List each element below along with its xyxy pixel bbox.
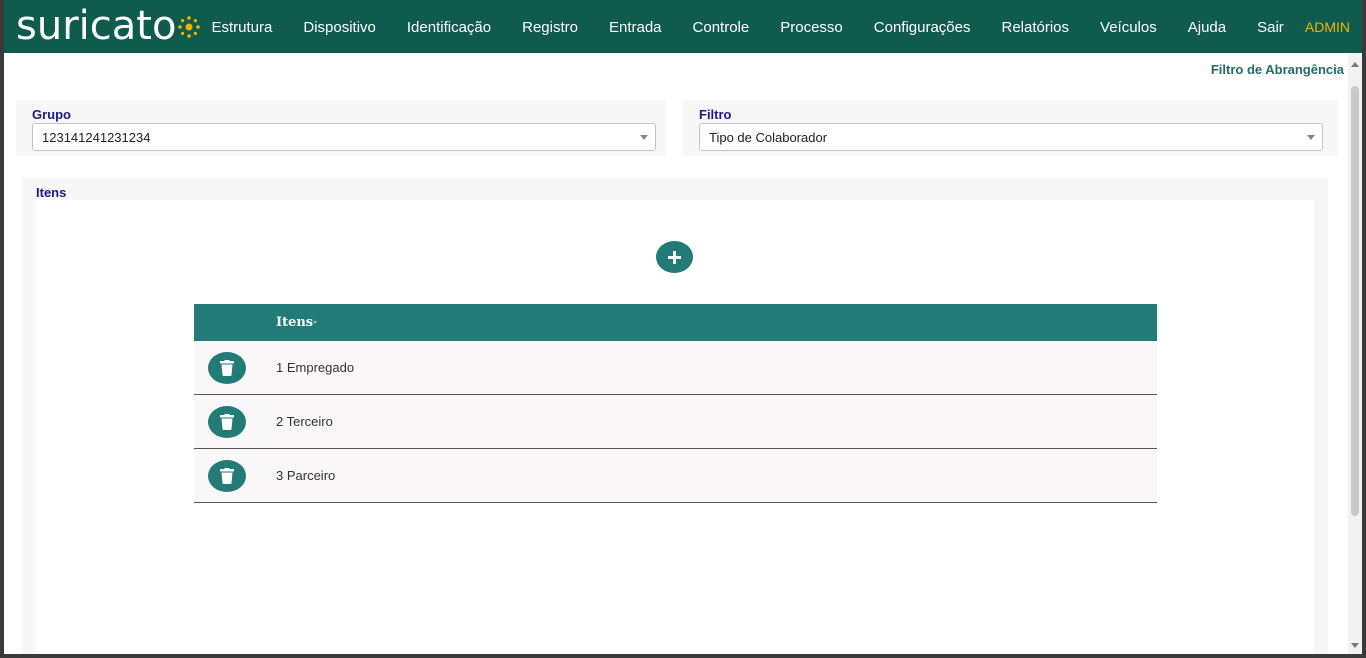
menu-item-processo[interactable]: Processo — [765, 0, 859, 53]
filtro-abrangencia-link[interactable]: Filtro de Abrangência — [1211, 62, 1344, 77]
scrollbar-thumb[interactable] — [1351, 86, 1359, 516]
sort-caret-icon — [313, 321, 317, 324]
menu-item-registro[interactable]: Registro — [507, 0, 594, 53]
user-name[interactable]: ADMIN — [1305, 0, 1350, 53]
trash-icon — [220, 414, 234, 430]
menu-item-entrada[interactable]: Entrada — [593, 0, 677, 53]
menu-item-sair[interactable]: Sair — [1242, 0, 1300, 53]
delete-item-button[interactable] — [208, 460, 246, 492]
vertical-scrollbar[interactable] — [1348, 53, 1362, 654]
menu-item-controle[interactable]: Controle — [677, 0, 765, 53]
brand-logo[interactable]: suricato — [16, 3, 201, 49]
menu-item-estrutura[interactable]: Estrutura — [196, 0, 288, 53]
delete-item-button[interactable] — [208, 406, 246, 438]
itens-table: Itens 1 Empregado 2 Terceiro 3 Parceiro — [194, 304, 1157, 503]
row-item-text: 2 Terceiro — [276, 414, 333, 429]
row-item-text: 1 Empregado — [276, 360, 355, 375]
app-window: suricato Estrutura Dispositivo Identific… — [4, 0, 1362, 654]
table-row: 1 Empregado — [194, 341, 1157, 395]
trash-icon — [220, 468, 234, 484]
menu-item-dispositivo[interactable]: Dispositivo — [288, 0, 392, 53]
grupo-label: Grupo — [32, 107, 71, 122]
itens-section-label: Itens — [36, 185, 67, 200]
table-row: 2 Terceiro — [194, 395, 1157, 449]
menu-item-veiculos[interactable]: Veículos — [1085, 0, 1173, 53]
filtro-panel: Filtro Tipo de Colaborador — [683, 100, 1338, 156]
scroll-down-arrow-icon[interactable] — [1351, 643, 1359, 648]
main-content: Filtro de Abrangência Grupo 123141241231… — [4, 53, 1348, 654]
scroll-up-arrow-icon[interactable] — [1351, 62, 1359, 67]
filtro-select-value: Tipo de Colaborador — [709, 130, 828, 145]
add-item-button[interactable] — [656, 241, 693, 273]
grupo-panel: Grupo 123141241231234 — [16, 100, 666, 156]
table-row: 3 Parceiro — [194, 449, 1157, 503]
delete-item-button[interactable] — [208, 352, 246, 384]
logo-text: suricato — [16, 3, 177, 49]
menu-item-ajuda[interactable]: Ajuda — [1172, 0, 1241, 53]
grupo-select[interactable]: 123141241231234 — [32, 123, 656, 151]
itens-panel: Itens Itens 1 Empregado 2 Terceiro 3 Par… — [22, 178, 1328, 654]
grupo-select-value: 123141241231234 — [42, 130, 151, 145]
menu-item-relatorios[interactable]: Relatórios — [986, 0, 1085, 53]
itens-container: Itens 1 Empregado 2 Terceiro 3 Parceiro — [36, 200, 1314, 654]
chevron-down-icon — [1307, 135, 1315, 140]
column-header-itens[interactable]: Itens — [276, 304, 313, 342]
menu-item-configuracoes[interactable]: Configurações — [858, 0, 986, 53]
top-navbar: suricato Estrutura Dispositivo Identific… — [4, 0, 1362, 53]
menu-item-identificacao[interactable]: Identificação — [391, 0, 506, 53]
row-item-text: 3 Parceiro — [276, 468, 336, 483]
main-menu: Estrutura Dispositivo Identificação Regi… — [196, 0, 1299, 53]
table-header: Itens — [194, 304, 1157, 341]
trash-icon — [220, 360, 234, 376]
filtro-label: Filtro — [699, 107, 732, 122]
chevron-down-icon — [640, 135, 648, 140]
plus-icon-stem — [673, 251, 676, 264]
filtro-select[interactable]: Tipo de Colaborador — [699, 123, 1323, 151]
